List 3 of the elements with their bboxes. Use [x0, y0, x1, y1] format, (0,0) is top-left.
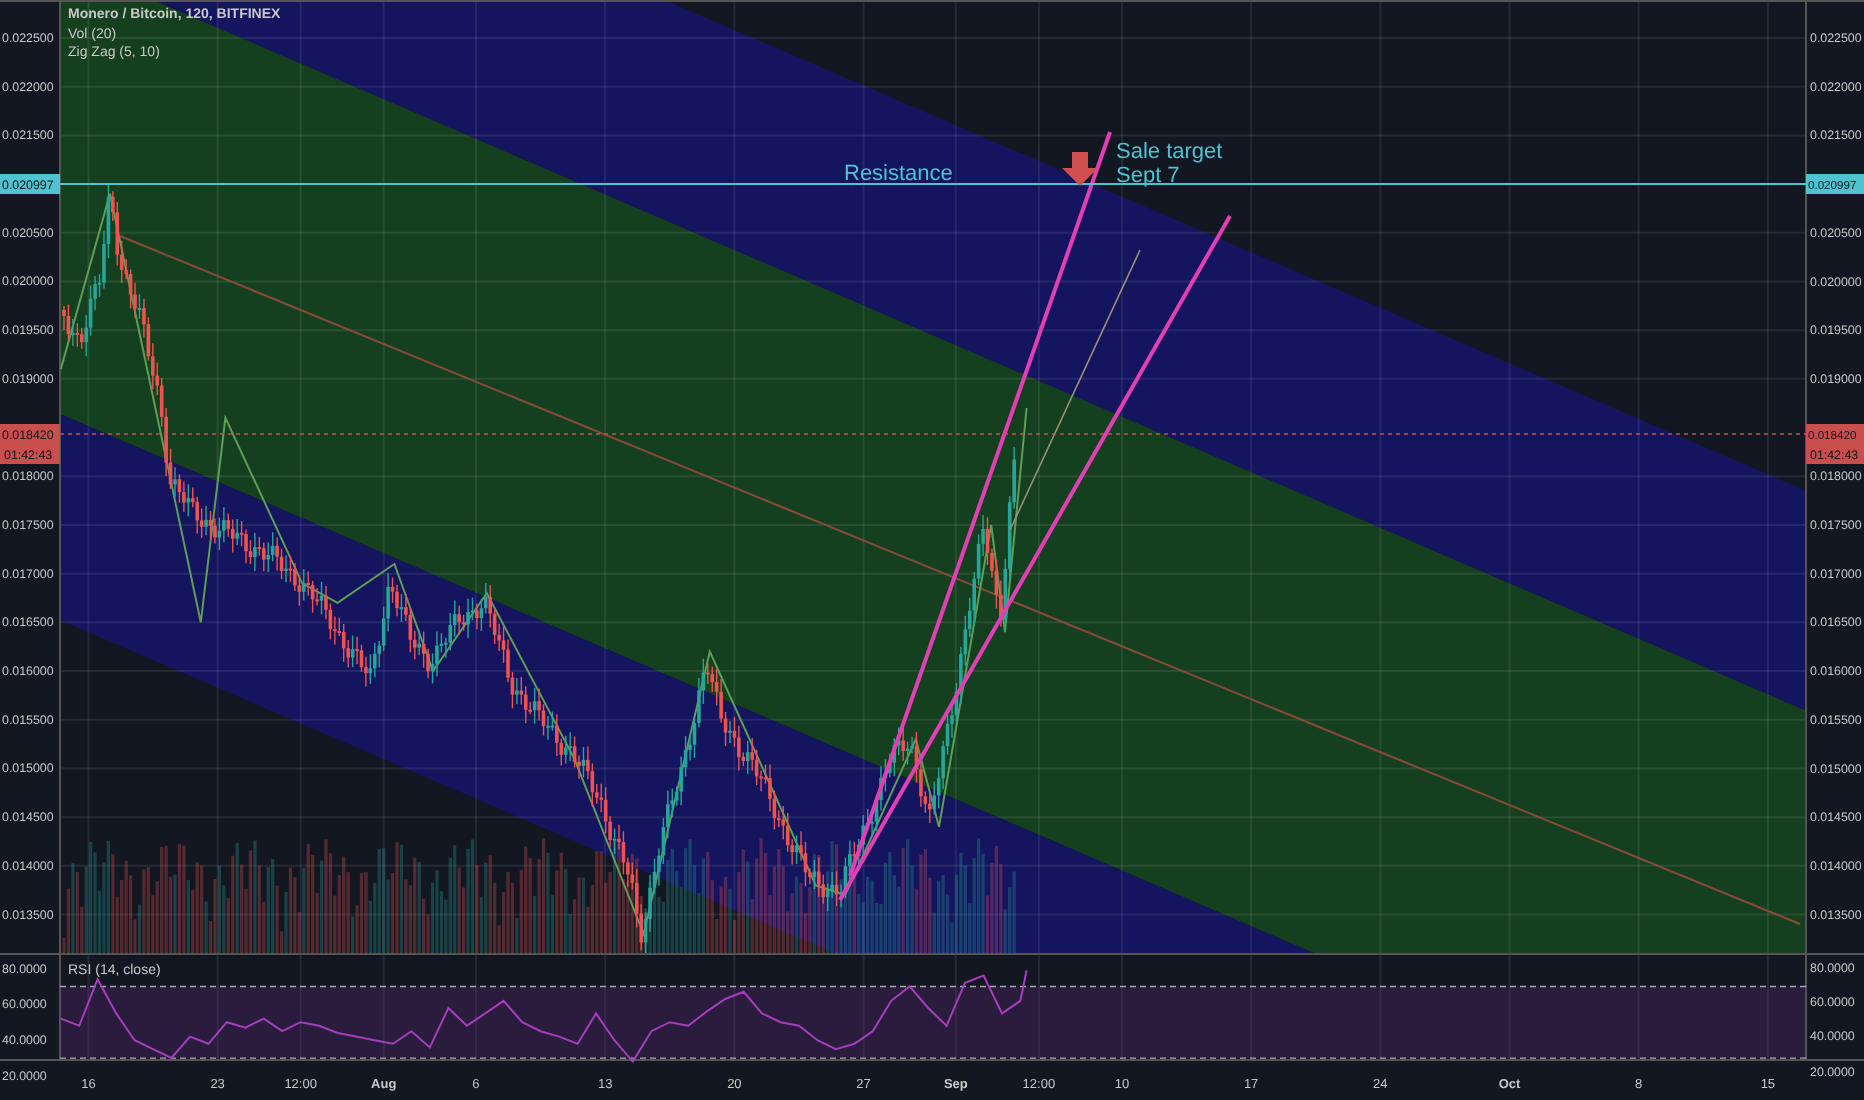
down-arrow-icon — [1062, 152, 1098, 186]
annotation-text: Resistance — [844, 162, 953, 186]
annotation-text: Sale target Sept 7 — [1116, 140, 1223, 188]
